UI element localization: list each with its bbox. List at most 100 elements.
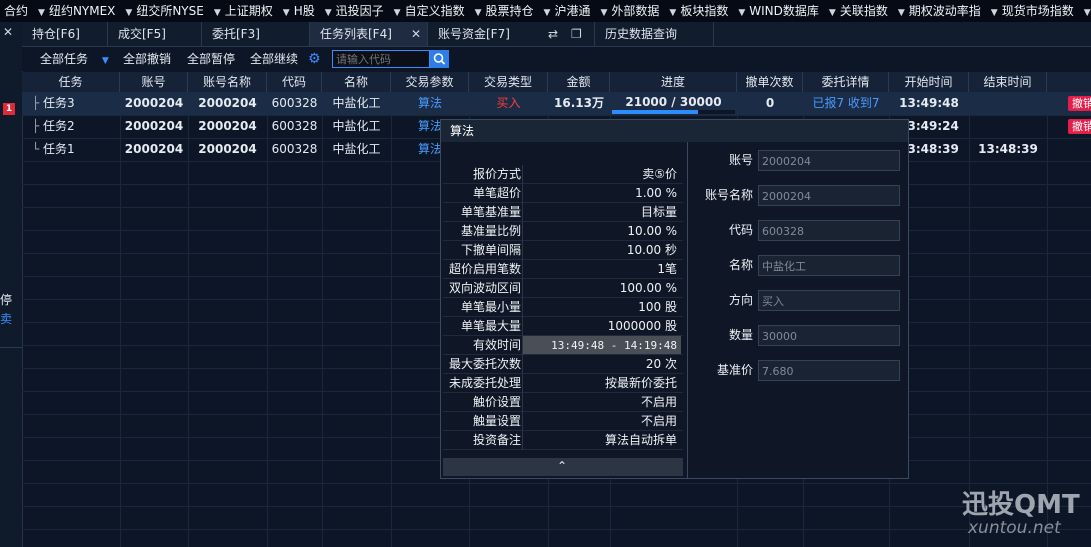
col-header-account[interactable]: 账号 xyxy=(120,72,188,92)
col-header-params[interactable]: 交易参数 xyxy=(391,72,469,92)
menu-item[interactable]: ▼ 期权波动率指 xyxy=(894,0,987,22)
param-value[interactable]: 不启用 xyxy=(523,393,681,412)
name-cell: 中盐化工 xyxy=(332,96,381,110)
params-link[interactable]: 算法 xyxy=(391,92,469,114)
left-side-strip: ✕ 1 停 卖 xyxy=(0,22,23,547)
code-cell: 600328 xyxy=(271,142,318,156)
order-field-value[interactable]: 7.680 xyxy=(758,360,900,381)
menu-item[interactable]: ▼ 现货市场指数 xyxy=(987,0,1080,22)
param-value[interactable]: 100.00 % xyxy=(523,279,681,298)
tab-history-query[interactable]: 历史数据查询 xyxy=(594,22,714,46)
col-header-amount[interactable]: 金额 xyxy=(548,72,610,92)
tab-task-list-label: 任务列表[F4] xyxy=(320,27,392,41)
menu-item[interactable]: ▼ 自定义指数 xyxy=(390,0,471,22)
tab-close-icon[interactable]: ✕ xyxy=(0,25,16,39)
param-value[interactable]: 10.00 秒 xyxy=(523,241,681,260)
param-value[interactable]: 10.00 % xyxy=(523,222,681,241)
task-tree-node[interactable]: └ 任务1 xyxy=(32,138,120,160)
col-header-cancel-count[interactable]: 撤单次数 xyxy=(737,72,803,92)
param-value[interactable]: 按最新价委托 xyxy=(523,374,681,393)
task-name: 任务1 xyxy=(43,142,75,156)
account-cell: 2000204 xyxy=(124,96,184,110)
menu-item[interactable]: ▼ H股 xyxy=(279,0,321,22)
order-field-value[interactable]: 2000204 xyxy=(758,150,900,171)
order-field-label: 基准价 xyxy=(716,363,753,377)
col-header-task[interactable]: 任务 xyxy=(22,72,120,92)
order-field-value[interactable]: 买入 xyxy=(758,290,900,311)
col-header-trade-type[interactable]: 交易类型 xyxy=(469,72,548,92)
progress-text: 21000 / 30000 xyxy=(625,95,722,109)
search-input[interactable] xyxy=(332,50,430,68)
menu-item[interactable]: ▼ 纽约NYMEX xyxy=(34,0,121,22)
task-tree-node[interactable]: ├ 任务3 xyxy=(32,92,120,114)
menu-item[interactable]: ▼ 迅投因子 xyxy=(321,0,390,22)
cancel-task-button[interactable]: 撤销 xyxy=(1068,119,1091,134)
order-field-value[interactable]: 30000 xyxy=(758,325,900,346)
all-tasks-dropdown[interactable]: 全部任务 ▼ xyxy=(40,47,109,71)
tab-account-funds[interactable]: 账号资金[F7] xyxy=(428,22,542,46)
sell-label[interactable]: 卖 xyxy=(0,310,14,327)
col-header-account-name[interactable]: 账号名称 xyxy=(188,72,267,92)
menu-item-label: 外部数据 xyxy=(611,4,660,18)
order-field-value[interactable]: 中盐化工 xyxy=(758,255,900,276)
menu-dropdown-icon: ▼ xyxy=(474,8,482,18)
menu-item[interactable]: ▼ 外部数据 xyxy=(596,0,665,22)
algo-params-popup: 算法 报价方式 卖⑤价 单笔超价 1.00 % 单笔基准量 目标量 基准量比例 10.00 %… xyxy=(440,119,909,479)
tab-task-list[interactable]: 任务列表[F4] ✕ xyxy=(310,22,428,46)
cancel-all-button[interactable]: 全部撤销 xyxy=(123,47,171,71)
param-label: 单笔基准量 xyxy=(460,205,521,219)
tree-branch: ├ xyxy=(32,119,44,133)
col-header-name[interactable]: 名称 xyxy=(322,72,391,92)
order-detail-link[interactable]: 已报7 收到7 xyxy=(803,92,889,114)
settings-gear-icon[interactable]: ⚙ xyxy=(308,47,321,71)
order-field-value[interactable]: 600328 xyxy=(758,220,900,241)
menu-item[interactable]: ▼ 纽交所NYSE xyxy=(121,0,209,22)
search-button[interactable] xyxy=(430,50,449,68)
order-field-value[interactable]: 2000204 xyxy=(758,185,900,206)
menu-item[interactable]: ▼ 上证期权 xyxy=(210,0,279,22)
resume-all-button[interactable]: 全部继续 xyxy=(250,47,298,71)
menu-item[interactable]: ▼ 沪港通 xyxy=(540,0,597,22)
param-value[interactable]: 100 股 xyxy=(523,298,681,317)
brand-url-watermark: xuntou.net xyxy=(968,518,1061,538)
menu-item[interactable]: ▼ WIND数据库 xyxy=(734,0,825,22)
menu-item[interactable]: ▼ 股票持仓 xyxy=(471,0,540,22)
menu-item[interactable]: ▼ 关联指数 xyxy=(825,0,894,22)
param-value[interactable]: 1000000 股 xyxy=(523,317,681,336)
end-time-cell: 13:48:39 xyxy=(978,142,1038,156)
param-value[interactable]: 算法自动拆单 xyxy=(523,431,681,450)
menu-item[interactable]: ▼过期 xyxy=(1080,0,1091,22)
param-value[interactable]: 13:49:48 - 14:19:48 xyxy=(523,336,681,355)
menu-item[interactable]: ▼ 板块指数 xyxy=(665,0,734,22)
pause-all-button[interactable]: 全部暂停 xyxy=(187,47,235,71)
tab-pin-icon[interactable]: ⇄ xyxy=(548,22,558,46)
stop-label[interactable]: 停 xyxy=(0,291,14,308)
col-header-start-time[interactable]: 开始时间 xyxy=(889,72,969,92)
task-tree-node[interactable]: ├ 任务2 xyxy=(32,115,120,137)
menu-item-label: 沪港通 xyxy=(554,4,591,18)
account-name-cell: 2000204 xyxy=(198,119,257,133)
col-header-order-detail[interactable]: 委托详情 xyxy=(803,72,889,92)
cancel-task-button[interactable]: 撤销 xyxy=(1068,96,1091,111)
param-value[interactable]: 1.00 % xyxy=(523,184,681,203)
tab-orders[interactable]: 委托[F3] xyxy=(202,22,310,46)
menu-dropdown-icon: ▼ xyxy=(738,8,746,18)
tab-float-icon[interactable]: ❐ xyxy=(571,22,582,46)
menu-dropdown-icon: ▼ xyxy=(282,8,290,18)
alert-badge[interactable]: 1 xyxy=(3,103,15,115)
param-value[interactable]: 不启用 xyxy=(523,412,681,431)
tab-positions[interactable]: 持仓[F6] xyxy=(22,22,108,46)
param-value[interactable]: 1笔 xyxy=(523,260,681,279)
col-header-code[interactable]: 代码 xyxy=(267,72,322,92)
menu-item[interactable]: 合约 xyxy=(0,0,34,22)
panel-tab-bar: 持仓[F6] 成交[F5] 委托[F3] 任务列表[F4] ✕ 账号资金[F7]… xyxy=(22,22,1091,47)
param-value[interactable]: 目标量 xyxy=(523,203,681,222)
tab-trades[interactable]: 成交[F5] xyxy=(108,22,202,46)
col-header-end-time[interactable]: 结束时间 xyxy=(969,72,1047,92)
param-value[interactable]: 卖⑤价 xyxy=(523,165,681,184)
collapse-button[interactable]: ⌃ xyxy=(443,458,683,476)
col-header-progress[interactable]: 进度 xyxy=(610,72,737,92)
progress-bar-fill xyxy=(612,110,699,114)
tab-task-list-close-icon[interactable]: ✕ xyxy=(411,22,421,46)
param-value[interactable]: 20 次 xyxy=(523,355,681,374)
